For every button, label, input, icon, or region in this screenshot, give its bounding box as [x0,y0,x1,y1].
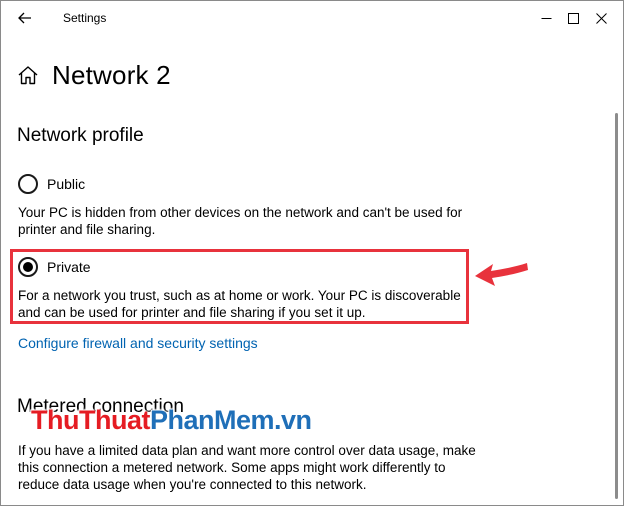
highlight-box [10,249,469,324]
page-title: Network 2 [52,59,171,90]
settings-window: Settings Network 2 Network profile Publi… [0,0,624,506]
configure-firewall-link[interactable]: Configure firewall and security settings [18,335,258,351]
back-arrow-icon [18,12,31,24]
public-radio-label: Public [47,176,86,192]
title-bar: Settings [1,1,623,35]
metered-description: If you have a limited data plan and want… [18,443,476,492]
maximize-button[interactable] [558,5,588,31]
back-button[interactable] [9,5,41,31]
watermark-part3: .vn [274,405,312,435]
watermark: ThuThuatPhanMem.vn [31,405,312,436]
public-description: Your PC is hidden from other devices on … [18,205,463,237]
radio-unselected-icon[interactable] [18,174,38,194]
watermark-part1: ThuThuat [31,405,150,435]
scrollbar[interactable] [615,113,618,499]
window-title: Settings [63,11,107,25]
maximize-icon [567,12,579,24]
home-icon[interactable] [17,64,39,86]
close-icon [595,12,607,24]
public-radio[interactable]: Public [18,174,85,194]
annotation-arrow-icon [475,263,528,286]
watermark-part2: PhanMem [149,405,275,435]
minimize-icon [541,17,551,19]
minimize-button[interactable] [531,5,561,31]
page-header: Network 2 [17,57,171,93]
network-profile-heading: Network profile [17,125,144,146]
close-button[interactable] [586,5,616,31]
